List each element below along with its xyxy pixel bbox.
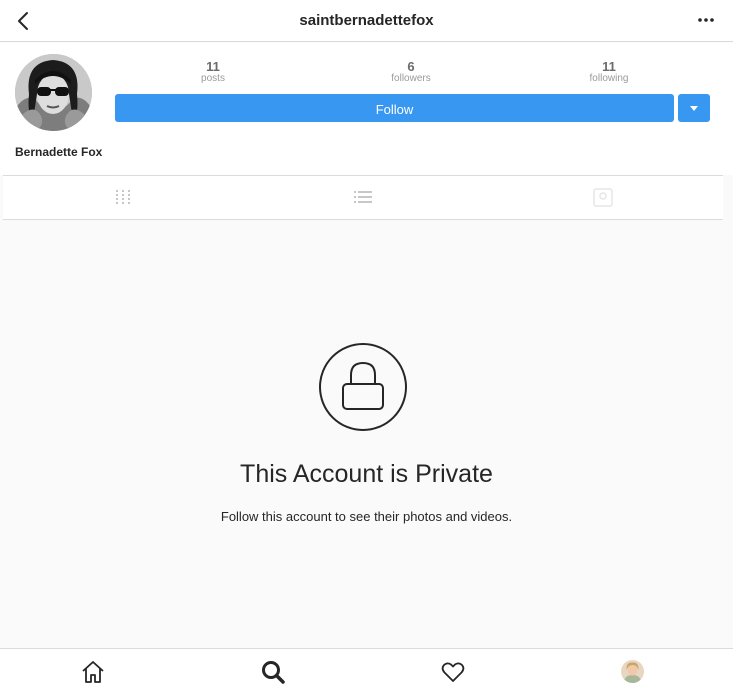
search-icon <box>262 661 285 684</box>
grid-icon <box>116 190 130 204</box>
nav-profile[interactable] <box>621 660 644 683</box>
top-bar: saintbernadettefox <box>0 0 733 42</box>
suggestions-dropdown-button[interactable] <box>678 94 710 122</box>
private-account-notice: This Account is Private Follow this acco… <box>0 220 733 648</box>
lock-icon <box>318 342 408 432</box>
home-icon <box>82 661 104 683</box>
avatar-image <box>15 54 92 131</box>
page-title: saintbernadettefox <box>299 12 434 29</box>
follow-button[interactable]: Follow <box>115 94 674 122</box>
nav-home[interactable] <box>80 659 106 685</box>
tagged-icon <box>593 188 613 207</box>
following-label: following <box>589 73 629 84</box>
heart-icon <box>441 662 465 682</box>
avatar[interactable] <box>15 54 92 131</box>
following-count: 11 <box>602 59 616 74</box>
view-tabs <box>3 175 723 220</box>
private-subtitle: Follow this account to see their photos … <box>220 509 513 524</box>
tab-grid[interactable] <box>112 188 134 208</box>
posts-label: posts <box>201 73 225 84</box>
followers-label: followers <box>391 73 431 84</box>
private-title: This Account is Private <box>240 460 493 488</box>
tab-list[interactable] <box>352 188 374 208</box>
nav-search[interactable] <box>260 659 286 685</box>
more-options-button[interactable] <box>693 8 719 34</box>
ellipsis-icon <box>698 18 714 22</box>
profile-full-name: Bernadette Fox <box>15 145 103 159</box>
bottom-navigation <box>0 648 733 694</box>
profile-header: 11 posts 6 followers 11 following Follow… <box>0 43 733 175</box>
followers-count: 6 <box>407 59 415 74</box>
profile-avatar <box>621 660 644 683</box>
tab-tagged[interactable] <box>592 188 614 208</box>
following-stat: 11 following <box>564 60 654 84</box>
caret-down-icon <box>690 106 698 111</box>
nav-activity[interactable] <box>440 659 466 685</box>
followers-stat: 6 followers <box>366 60 456 84</box>
list-icon <box>354 191 372 203</box>
posts-stat: 11 posts <box>168 60 258 84</box>
posts-count: 11 <box>206 59 220 74</box>
